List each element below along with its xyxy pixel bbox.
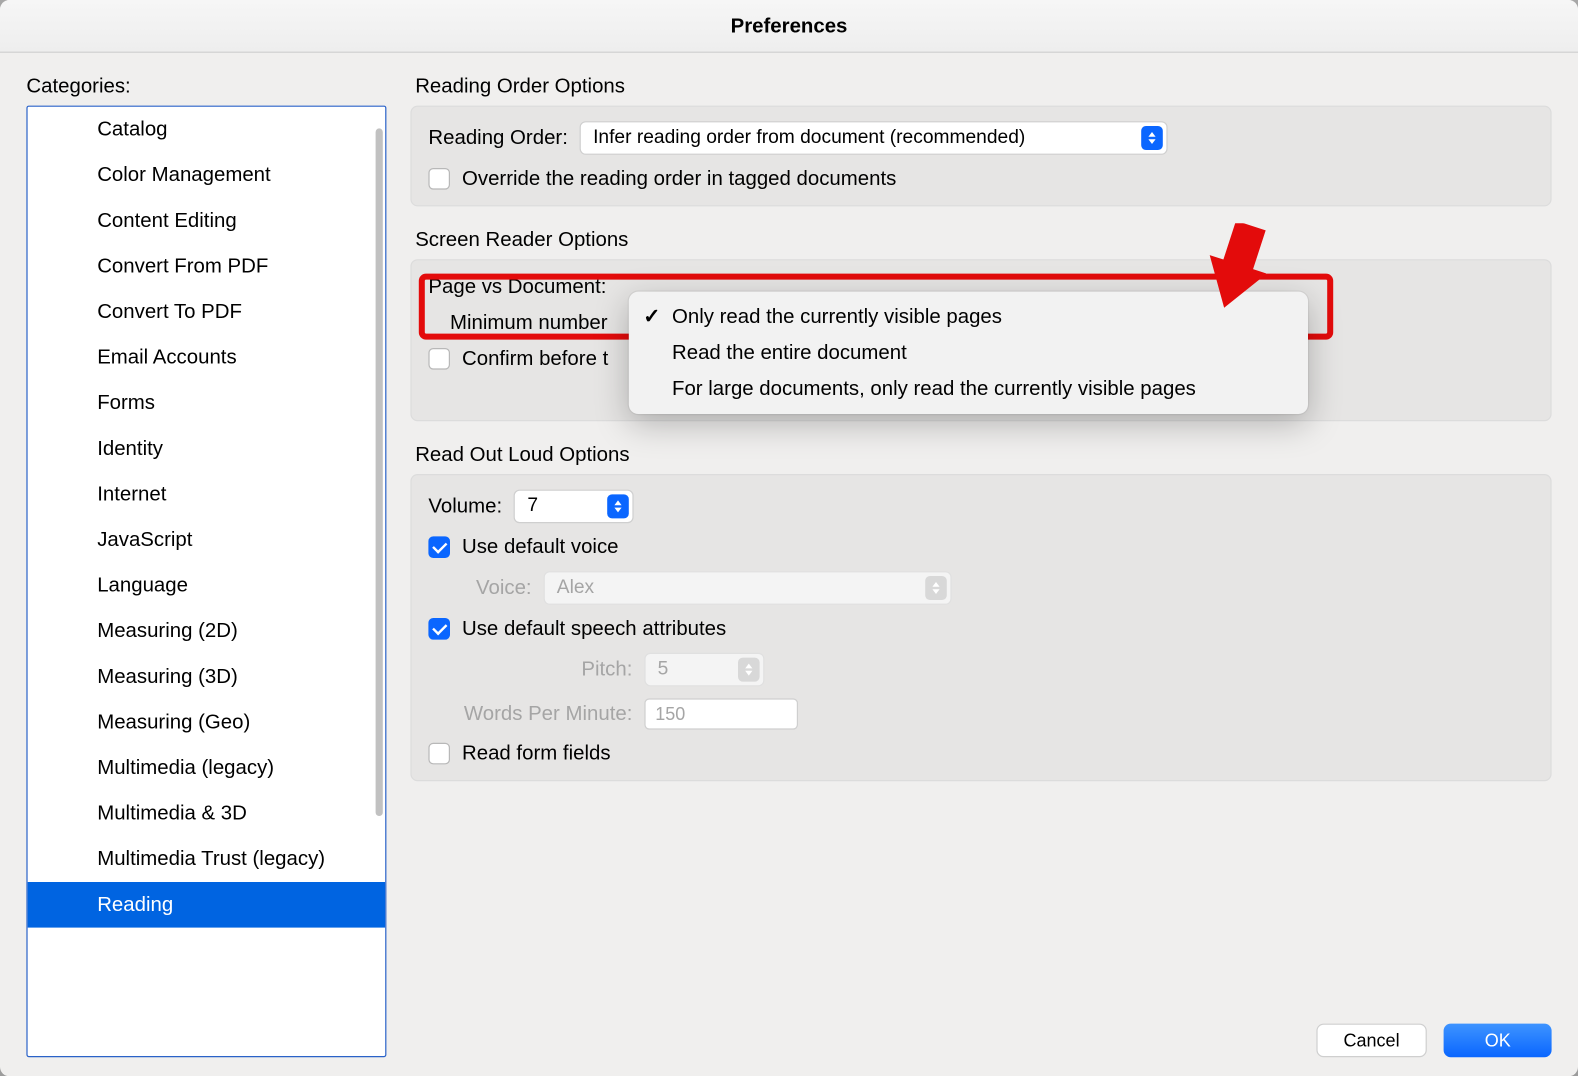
dropdown-option-entire-document[interactable]: Read the entire document <box>629 335 1308 371</box>
use-default-speech-label: Use default speech attributes <box>462 617 726 641</box>
sidebar-item-identity[interactable]: Identity <box>28 426 386 472</box>
reading-order-select-value: Infer reading order from document (recom… <box>593 127 1025 149</box>
read-form-fields-checkbox[interactable] <box>428 743 450 765</box>
volume-select[interactable]: 7 <box>514 490 634 524</box>
volume-label: Volume: <box>428 494 502 518</box>
sidebar-item-convert-to-pdf[interactable]: Convert To PDF <box>28 289 386 335</box>
window-title: Preferences <box>0 0 1578 53</box>
reading-order-section-title: Reading Order Options <box>415 74 1551 98</box>
sidebar-item-javascript[interactable]: JavaScript <box>28 517 386 563</box>
sidebar-item-convert-from-pdf[interactable]: Convert From PDF <box>28 244 386 290</box>
chevron-updown-icon <box>738 658 760 682</box>
page-vs-document-label: Page vs Document: <box>428 275 606 299</box>
wpm-value: 150 <box>655 704 685 724</box>
use-default-speech-checkbox[interactable] <box>428 618 450 640</box>
sidebar-item-multimedia-3d[interactable]: Multimedia & 3D <box>28 791 386 837</box>
read-out-loud-section-title: Read Out Loud Options <box>415 443 1551 467</box>
confirm-before-tagging-label: Confirm before t <box>462 347 608 371</box>
preferences-window: Preferences Categories: Catalog Color Ma… <box>0 0 1578 1076</box>
sidebar-item-reading[interactable]: Reading <box>28 882 386 928</box>
read-out-loud-section: Volume: 7 Use default voice Voice: Alex <box>410 474 1551 781</box>
pitch-select: 5 <box>644 653 764 687</box>
voice-label: Voice: <box>440 576 531 600</box>
scrollbar[interactable] <box>376 128 383 816</box>
sidebar-item-multimedia-legacy[interactable]: Multimedia (legacy) <box>28 745 386 791</box>
wpm-input: 150 <box>644 698 798 729</box>
cancel-button[interactable]: Cancel <box>1316 1024 1427 1058</box>
sidebar-item-content-editing[interactable]: Content Editing <box>28 198 386 244</box>
main-panel: Reading Order Options Reading Order: Inf… <box>410 74 1551 1057</box>
pitch-label: Pitch: <box>428 658 632 682</box>
sidebar-item-measuring-3d[interactable]: Measuring (3D) <box>28 654 386 700</box>
screen-reader-section-title: Screen Reader Options <box>415 228 1551 252</box>
sidebar-item-catalog[interactable]: Catalog <box>28 107 386 153</box>
min-pages-label: Minimum number <box>450 311 608 335</box>
categories-sidebar: Categories: Catalog Color Management Con… <box>26 74 386 1057</box>
chevron-updown-icon <box>608 494 630 518</box>
volume-value: 7 <box>527 496 538 518</box>
chevron-updown-icon <box>1141 126 1163 150</box>
sidebar-item-email-accounts[interactable]: Email Accounts <box>28 335 386 381</box>
dropdown-option-visible-pages[interactable]: Only read the currently visible pages <box>629 299 1308 335</box>
categories-list[interactable]: Catalog Color Management Content Editing… <box>26 106 386 1058</box>
window-title-text: Preferences <box>731 14 848 38</box>
categories-label: Categories: <box>26 74 386 98</box>
page-vs-document-dropdown[interactable]: Only read the currently visible pages Re… <box>629 292 1308 414</box>
pitch-value: 5 <box>658 659 669 681</box>
reading-order-label: Reading Order: <box>428 126 567 150</box>
voice-value: Alex <box>557 577 594 599</box>
override-reading-order-checkbox[interactable] <box>428 168 450 190</box>
confirm-before-tagging-checkbox[interactable] <box>428 348 450 370</box>
footer: Cancel OK <box>410 1009 1551 1057</box>
sidebar-item-internet[interactable]: Internet <box>28 472 386 518</box>
sidebar-item-multimedia-trust-legacy[interactable]: Multimedia Trust (legacy) <box>28 836 386 882</box>
wpm-label: Words Per Minute: <box>428 702 632 726</box>
chevron-updown-icon <box>925 576 947 600</box>
read-form-fields-label: Read form fields <box>462 742 611 766</box>
reading-order-section: Reading Order: Infer reading order from … <box>410 106 1551 207</box>
override-reading-order-label: Override the reading order in tagged doc… <box>462 167 896 191</box>
sidebar-item-color-management[interactable]: Color Management <box>28 152 386 198</box>
reading-order-select[interactable]: Infer reading order from document (recom… <box>580 121 1168 155</box>
sidebar-item-language[interactable]: Language <box>28 563 386 609</box>
dropdown-option-large-docs[interactable]: For large documents, only read the curre… <box>629 371 1308 407</box>
sidebar-item-forms[interactable]: Forms <box>28 380 386 426</box>
sidebar-item-measuring-2d[interactable]: Measuring (2D) <box>28 608 386 654</box>
sidebar-item-measuring-geo[interactable]: Measuring (Geo) <box>28 700 386 746</box>
ok-button[interactable]: OK <box>1444 1024 1552 1058</box>
use-default-voice-label: Use default voice <box>462 535 618 559</box>
voice-select: Alex <box>544 571 952 605</box>
use-default-voice-checkbox[interactable] <box>428 536 450 558</box>
